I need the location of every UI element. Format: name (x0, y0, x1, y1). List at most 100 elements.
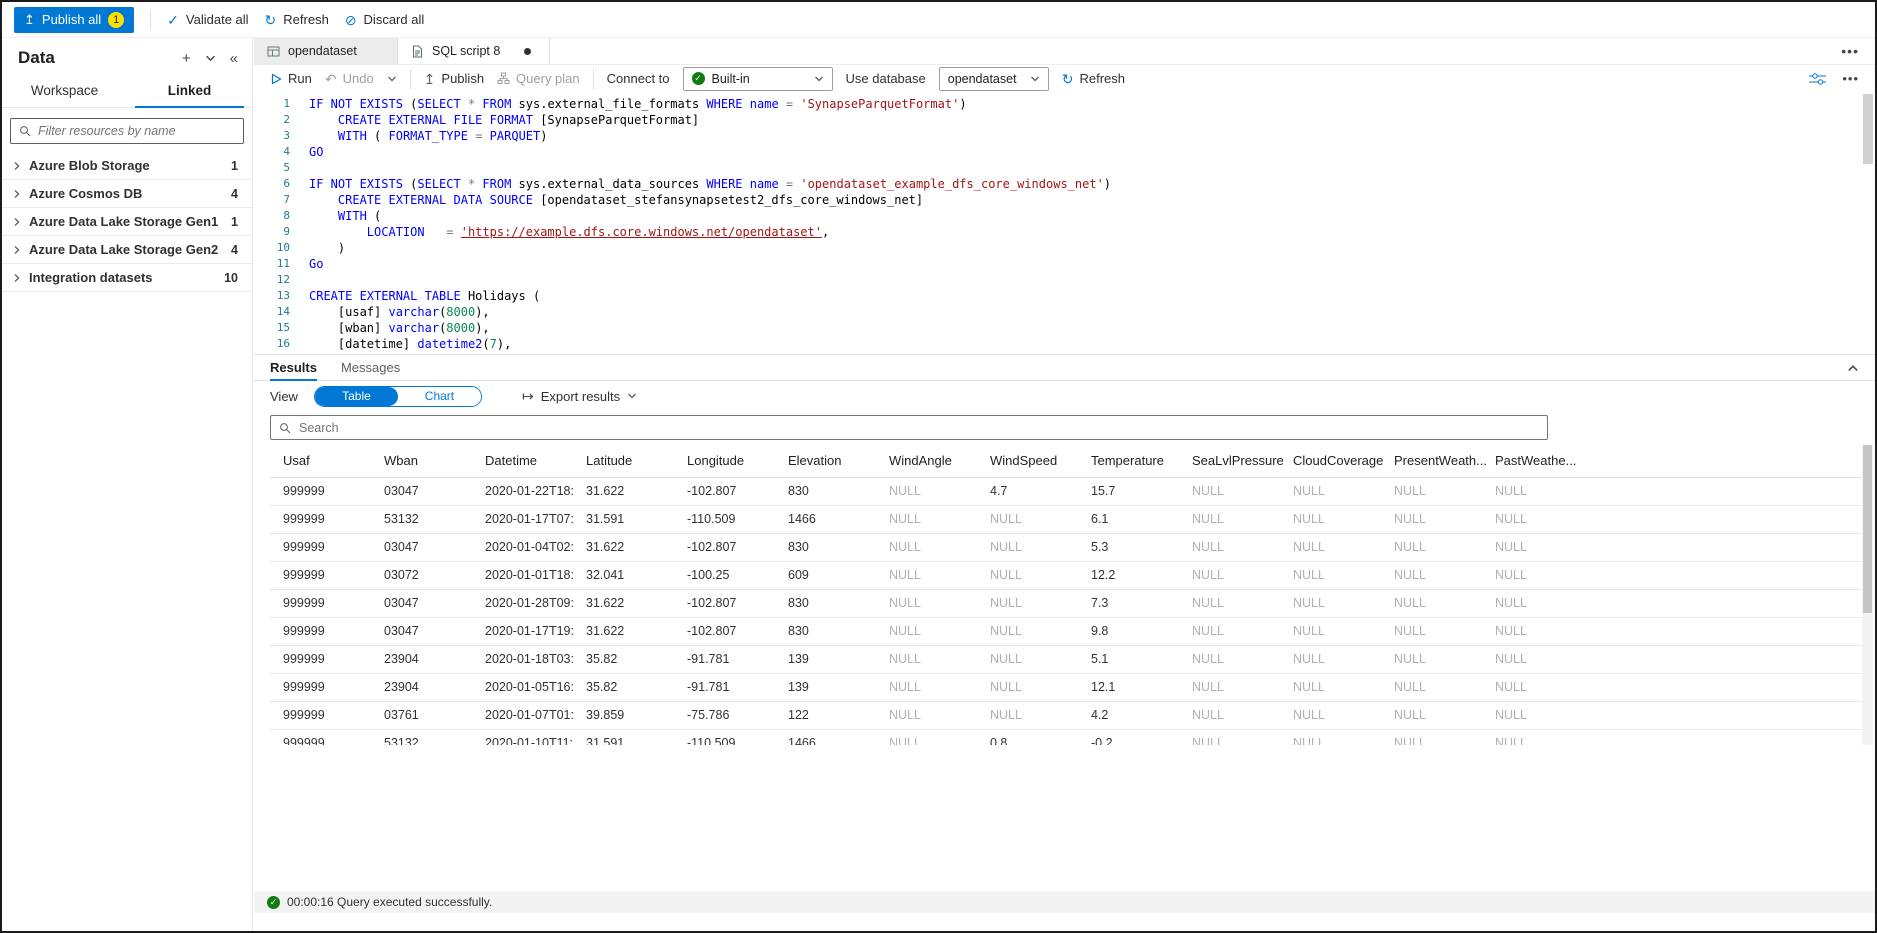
editor-scrollbar-thumb[interactable] (1863, 94, 1873, 164)
tree-item-azure-blob-storage[interactable]: Azure Blob Storage1 (2, 152, 252, 180)
refresh-button[interactable]: ↻ Refresh (265, 12, 329, 27)
code-line[interactable]: 2 CREATE EXTERNAL FILE FORMAT [SynapsePa… (254, 112, 1875, 128)
code-line[interactable]: 15 [wban] varchar(8000), (254, 320, 1875, 336)
column-header[interactable]: PastWeathe... (1482, 445, 1861, 477)
table-row[interactable]: 999999030472020-01-04T02:...31.622-102.8… (270, 533, 1861, 561)
table-cell: -102.807 (674, 589, 775, 617)
code-line[interactable]: 16 [datetime] datetime2(7), (254, 336, 1875, 352)
code-line[interactable]: 5 (254, 160, 1875, 176)
refresh-label: Refresh (283, 12, 329, 27)
table-row[interactable]: 999999030472020-01-17T19:...31.622-102.8… (270, 617, 1861, 645)
tree-item-azure-cosmos-db[interactable]: Azure Cosmos DB4 (2, 180, 252, 208)
tree-item-azure-data-lake-storage-gen1[interactable]: Azure Data Lake Storage Gen11 (2, 208, 252, 236)
code-line[interactable]: 8 WITH ( (254, 208, 1875, 224)
table-cell: 12.2 (1078, 561, 1179, 589)
tab-workspace[interactable]: Workspace (2, 76, 127, 107)
results-scrollbar-thumb[interactable] (1863, 445, 1872, 613)
tree-item-azure-data-lake-storage-gen2[interactable]: Azure Data Lake Storage Gen24 (2, 236, 252, 264)
column-header[interactable]: Temperature (1078, 445, 1179, 477)
code-line[interactable]: 10 ) (254, 240, 1875, 256)
tab-sql-script-8[interactable]: SQL script 8 (398, 38, 550, 64)
column-header[interactable]: Elevation (775, 445, 876, 477)
collapse-panel-icon[interactable]: « (230, 50, 238, 67)
table-row[interactable]: 999999531322020-01-17T07:...31.591-110.5… (270, 505, 1861, 533)
query-plan-button[interactable]: Query plan (497, 71, 580, 86)
editor-refresh-button[interactable]: ↻ Refresh (1062, 71, 1125, 86)
table-cell: NULL (977, 701, 1078, 729)
undo-dropdown-chevron-icon[interactable] (387, 74, 397, 84)
discard-all-button[interactable]: ⊘ Discard all (345, 12, 424, 27)
table-row[interactable]: 999999239042020-01-18T03:...35.82-91.781… (270, 645, 1861, 673)
code-line[interactable]: 9 LOCATION = 'https://example.dfs.core.w… (254, 224, 1875, 240)
table-cell: NULL (876, 617, 977, 645)
code-line[interactable]: 13CREATE EXTERNAL TABLE Holidays ( (254, 288, 1875, 304)
results-search-input[interactable] (299, 421, 1539, 435)
column-header[interactable]: Datetime (472, 445, 573, 477)
chevron-right-icon[interactable] (12, 273, 22, 283)
run-button[interactable]: Run (270, 71, 312, 86)
sql-code-editor[interactable]: 1IF NOT EXISTS (SELECT * FROM sys.extern… (254, 92, 1875, 354)
chevron-right-icon[interactable] (12, 245, 22, 255)
column-header[interactable]: Latitude (573, 445, 674, 477)
code-line[interactable]: 12 (254, 272, 1875, 288)
more-ellipsis-icon[interactable]: ••• (1842, 71, 1859, 86)
code-line[interactable]: 7 CREATE EXTERNAL DATA SOURCE [opendatas… (254, 192, 1875, 208)
tab-label: SQL script 8 (432, 44, 500, 58)
code-line[interactable]: 6IF NOT EXISTS (SELECT * FROM sys.extern… (254, 176, 1875, 192)
table-row[interactable]: 999999030472020-01-22T18:...31.622-102.8… (270, 477, 1861, 505)
chevron-right-icon[interactable] (12, 189, 22, 199)
table-row[interactable]: 999999030722020-01-01T18:...32.041-100.2… (270, 561, 1861, 589)
code-line[interactable]: 4GO (254, 144, 1875, 160)
search-icon (279, 422, 291, 434)
tree-item-integration-datasets[interactable]: Integration datasets10 (2, 264, 252, 292)
table-row[interactable]: 999999239042020-01-05T16:...35.82-91.781… (270, 673, 1861, 701)
view-chart-toggle[interactable]: Chart (398, 387, 481, 406)
table-cell: NULL (1482, 617, 1861, 645)
run-icon (270, 73, 282, 85)
undo-label: Undo (343, 71, 374, 86)
connect-to-dropdown[interactable]: ✓ Built-in (683, 67, 833, 91)
table-cell: 32.041 (573, 561, 674, 589)
tab-overflow-ellipsis-icon[interactable]: ••• (1825, 38, 1875, 64)
column-header[interactable]: Usaf (270, 445, 371, 477)
table-row[interactable]: 999999030472020-01-28T09:...31.622-102.8… (270, 589, 1861, 617)
tab-results[interactable]: Results (270, 355, 317, 380)
column-header[interactable]: Wban (371, 445, 472, 477)
code-line[interactable]: 1IF NOT EXISTS (SELECT * FROM sys.extern… (254, 96, 1875, 112)
column-header[interactable]: CloudCoverage (1280, 445, 1381, 477)
column-header[interactable]: WindSpeed (977, 445, 1078, 477)
code-line[interactable]: 11Go (254, 256, 1875, 272)
table-cell: NULL (1381, 673, 1482, 701)
view-table-toggle[interactable]: Table (315, 387, 398, 406)
tab-linked[interactable]: Linked (127, 76, 252, 107)
undo-button[interactable]: ↶ Undo (325, 71, 374, 86)
filter-box (10, 118, 244, 144)
tab-opendataset[interactable]: opendataset (254, 38, 398, 64)
code-line[interactable]: 3 WITH ( FORMAT_TYPE = PARQUET) (254, 128, 1875, 144)
publish-button[interactable]: ↥ Publish (424, 71, 484, 86)
table-row[interactable]: 999999531322020-01-10T11:...31.591-110.5… (270, 729, 1861, 745)
use-database-dropdown[interactable]: opendataset (939, 67, 1049, 91)
table-row[interactable]: 999999037612020-01-07T01:...39.859-75.78… (270, 701, 1861, 729)
column-header[interactable]: SeaLvlPressure (1179, 445, 1280, 477)
code-line[interactable]: 14 [usaf] varchar(8000), (254, 304, 1875, 320)
validate-all-button[interactable]: ✓ Validate all (167, 12, 248, 27)
column-header[interactable]: PresentWeath... (1381, 445, 1482, 477)
tree-item-count: 1 (231, 159, 238, 173)
settings-sliders-icon[interactable] (1809, 72, 1826, 86)
add-icon[interactable]: + (182, 50, 191, 67)
editor-scrollbar[interactable] (1861, 92, 1875, 354)
export-results-button[interactable]: ↦ Export results (522, 388, 637, 405)
column-header[interactable]: Longitude (674, 445, 775, 477)
tab-messages[interactable]: Messages (341, 355, 400, 380)
filter-resources-input[interactable] (38, 124, 235, 138)
chevron-right-icon[interactable] (12, 217, 22, 227)
collapse-results-chevron-up-icon[interactable] (1847, 362, 1859, 374)
table-cell: NULL (1280, 505, 1381, 533)
column-header[interactable]: WindAngle (876, 445, 977, 477)
results-tab-bar: Results Messages (254, 354, 1875, 381)
publish-all-button[interactable]: ↥ Publish all 1 (14, 7, 134, 33)
chevron-right-icon[interactable] (12, 161, 22, 171)
actions-chevron-icon[interactable] (205, 53, 216, 64)
results-scrollbar[interactable] (1862, 445, 1873, 745)
